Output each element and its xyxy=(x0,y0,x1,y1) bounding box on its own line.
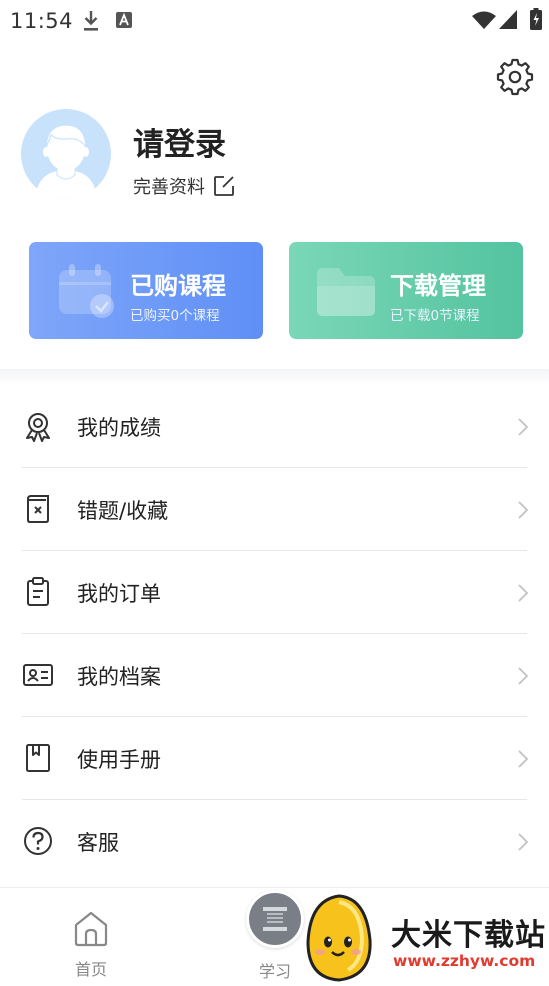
manual-icon xyxy=(26,744,50,772)
download-manager-count: 已下载0节课程 xyxy=(390,308,480,324)
download-icon xyxy=(84,11,98,31)
gear-icon xyxy=(496,58,534,96)
clipboard-icon xyxy=(27,577,49,606)
menu-item-mistakes-favorites[interactable]: 错题/收藏 xyxy=(0,468,549,551)
menu-item-profile-archive[interactable]: 我的档案 xyxy=(0,634,549,717)
menu-label: 我的档案 xyxy=(77,665,161,689)
a-badge-icon xyxy=(116,12,132,28)
menu-item-orders[interactable]: 我的订单 xyxy=(0,551,549,634)
download-manager-card[interactable]: 下载管理 已下载0节课程 xyxy=(289,242,523,339)
edit-profile-label: 完善资料 xyxy=(133,177,205,198)
edit-icon xyxy=(214,176,234,196)
mascot-logo xyxy=(306,894,372,982)
chevron-right-icon xyxy=(518,833,528,851)
home-icon xyxy=(74,911,108,947)
menu-label: 客服 xyxy=(77,831,119,855)
menu-list: 我的成绩 错题/收藏 我的订单 我的档案 使用手册 客服 xyxy=(0,385,549,883)
purchased-courses-title: 已购课程 xyxy=(130,272,226,300)
menu-item-user-manual[interactable]: 使用手册 xyxy=(0,717,549,800)
chevron-right-icon xyxy=(518,584,528,602)
nav-label: 首页 xyxy=(74,960,107,979)
edit-profile-link[interactable]: 完善资料 xyxy=(133,172,235,200)
settings-button[interactable] xyxy=(496,58,534,96)
help-icon xyxy=(24,827,52,855)
id-card-icon xyxy=(23,664,53,686)
watermark-title: 大米下载站 xyxy=(391,918,546,953)
menu-item-grades[interactable]: 我的成绩 xyxy=(0,385,549,468)
wifi-icon xyxy=(472,11,496,29)
calendar-check-icon xyxy=(59,264,114,318)
user-avatar-icon xyxy=(35,124,97,199)
chevron-right-icon xyxy=(518,667,528,685)
menu-label: 我的成绩 xyxy=(77,416,161,440)
medal-icon xyxy=(26,413,50,442)
download-manager-title: 下载管理 xyxy=(390,272,486,300)
study-icon xyxy=(263,907,287,931)
menu-label: 我的订单 xyxy=(77,582,161,606)
menu-label: 使用手册 xyxy=(77,748,161,772)
purchased-courses-count: 已购买0个课程 xyxy=(130,308,220,324)
section-divider xyxy=(0,369,549,385)
status-time: 11:54 xyxy=(10,9,74,33)
signal-icon xyxy=(499,10,517,29)
battery-icon xyxy=(530,8,542,30)
chevron-right-icon xyxy=(518,501,528,519)
purchased-courses-card[interactable]: 已购课程 已购买0个课程 xyxy=(29,242,263,339)
menu-item-customer-service[interactable]: 客服 xyxy=(0,800,549,883)
menu-label: 错题/收藏 xyxy=(77,499,169,523)
study-button xyxy=(246,890,304,948)
watermark-url: www.zzhyw.com xyxy=(393,952,536,970)
login-link[interactable]: 请登录 xyxy=(133,119,226,164)
avatar[interactable] xyxy=(21,109,111,199)
status-bar: 11:54 xyxy=(0,0,549,42)
chevron-right-icon xyxy=(518,750,528,768)
nav-tab-home[interactable]: 首页 xyxy=(68,910,114,980)
nav-label: 学习 xyxy=(258,962,291,981)
chevron-right-icon xyxy=(518,418,528,436)
mistakes-icon xyxy=(27,495,49,523)
folder-icon xyxy=(317,268,375,316)
